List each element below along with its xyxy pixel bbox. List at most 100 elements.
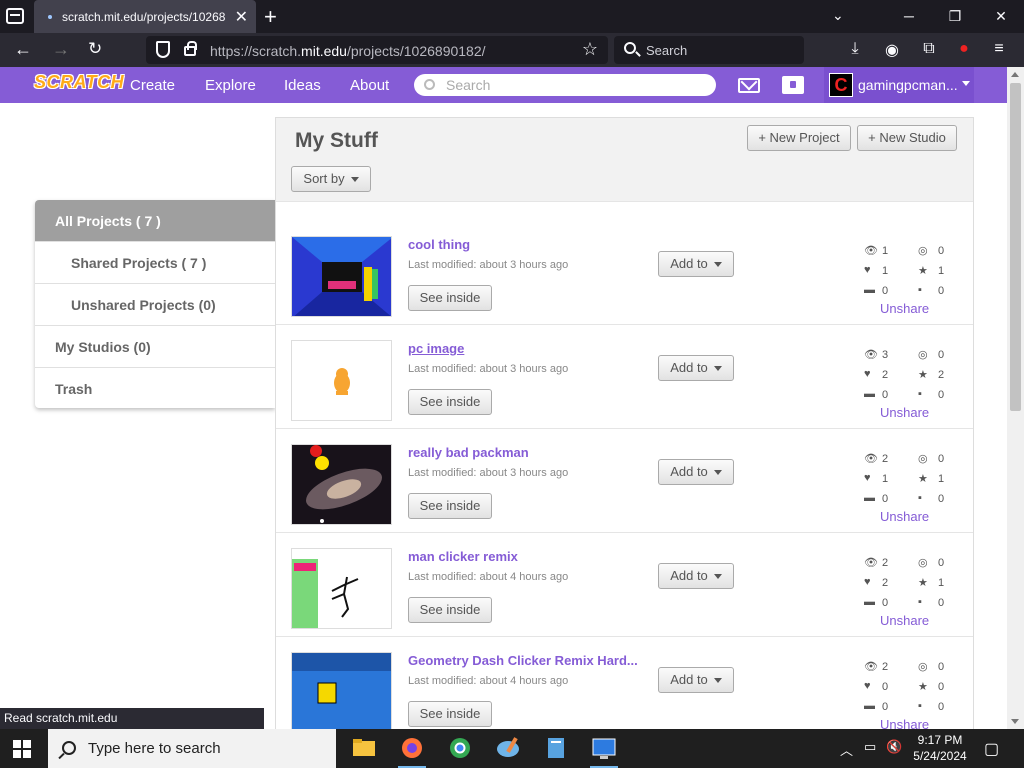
url-bar[interactable]: https://scratch.mit.edu/projects/1026890… xyxy=(146,36,608,64)
project-title-link[interactable]: cool thing xyxy=(408,237,470,252)
taskbar-search-input[interactable]: Type here to search xyxy=(48,729,336,768)
url-text: https://scratch.mit.edu/projects/1026890… xyxy=(210,43,486,59)
tracking-shield-icon[interactable] xyxy=(156,41,170,58)
nav-link-about[interactable]: About xyxy=(350,77,389,94)
file-explorer-icon[interactable] xyxy=(340,729,388,768)
lock-icon[interactable] xyxy=(184,41,197,56)
status-tooltip: Read scratch.mit.edu xyxy=(0,708,264,729)
scroll-up-arrow-icon[interactable] xyxy=(1011,72,1019,77)
unshare-link[interactable]: Unshare xyxy=(880,405,929,420)
messages-icon[interactable] xyxy=(738,78,760,93)
username: gamingpcman... xyxy=(858,77,958,93)
nav-link-explore[interactable]: Explore xyxy=(205,77,256,94)
galaxy-thumbnail-image xyxy=(292,445,391,524)
notifications-icon[interactable]: ▢ xyxy=(984,739,999,759)
nav-link-ideas[interactable]: Ideas xyxy=(284,77,321,94)
views-count: 2 xyxy=(882,661,889,673)
cat-thumbnail-image xyxy=(334,368,350,395)
add-to-dropdown[interactable]: Add to xyxy=(658,667,734,693)
browser-tab-active[interactable]: scratch.mit.edu/projects/10268 ✕ xyxy=(34,0,256,33)
sidebar-item-shared-projects[interactable]: Shared Projects ( 7 ) xyxy=(35,242,275,284)
sort-by-dropdown[interactable]: Sort by xyxy=(291,166,371,192)
remote-desktop-icon[interactable] xyxy=(580,729,628,768)
paint-icon[interactable] xyxy=(484,729,532,768)
sidebar-item-my-studios[interactable]: My Studios (0) xyxy=(35,326,275,368)
sidebar-item-unshared-projects[interactable]: Unshared Projects (0) xyxy=(35,284,275,326)
add-to-label: Add to xyxy=(670,568,708,583)
see-inside-button[interactable]: See inside xyxy=(408,701,492,727)
bookmark-star-icon[interactable]: ☆ xyxy=(582,39,598,60)
project-thumbnail[interactable] xyxy=(291,236,392,317)
nav-link-create[interactable]: Create xyxy=(130,77,175,94)
project-thumbnail[interactable] xyxy=(291,548,392,629)
firefox-icon[interactable] xyxy=(388,729,436,768)
see-inside-button[interactable]: See inside xyxy=(408,389,492,415)
search-icon xyxy=(624,42,636,54)
project-thumbnail[interactable] xyxy=(291,340,392,421)
add-to-label: Add to xyxy=(670,256,708,271)
browser-search-bar[interactable]: Search xyxy=(614,36,804,64)
add-to-dropdown[interactable]: Add to xyxy=(658,355,734,381)
favorites-count: 2 xyxy=(938,369,945,381)
sidebar-item-all-projects[interactable]: All Projects ( 7 ) xyxy=(35,200,275,242)
project-modified: Last modified: about 3 hours ago xyxy=(408,363,569,375)
hamburger-menu-icon[interactable]: ≡ xyxy=(990,40,1008,58)
notepad-icon[interactable] xyxy=(532,729,580,768)
forward-arrow-icon[interactable]: → xyxy=(52,39,70,60)
account-icon[interactable]: ◉ xyxy=(883,40,901,59)
restore-icon[interactable]: ❐ xyxy=(932,0,978,33)
project-row: Geometry Dash Clicker Remix Hard... Last… xyxy=(276,637,973,729)
new-tab-icon[interactable]: + xyxy=(264,4,277,30)
scratch-search-input[interactable]: Search xyxy=(414,74,716,96)
see-inside-button[interactable]: See inside xyxy=(408,597,492,623)
unshare-link[interactable]: Unshare xyxy=(880,613,929,628)
see-inside-button[interactable]: See inside xyxy=(408,285,492,311)
project-title-link[interactable]: Geometry Dash Clicker Remix Hard... xyxy=(408,653,638,668)
windows-start-icon[interactable] xyxy=(13,740,31,758)
back-arrow-icon[interactable]: ← xyxy=(14,39,32,60)
unshare-link[interactable]: Unshare xyxy=(880,301,929,316)
minimize-icon[interactable]: ─ xyxy=(886,0,932,33)
add-to-dropdown[interactable]: Add to xyxy=(658,459,734,485)
chrome-icon[interactable] xyxy=(436,729,484,768)
sidebar-item-trash[interactable]: Trash xyxy=(35,368,275,410)
project-title-link[interactable]: really bad packman xyxy=(408,445,529,460)
extensions-icon[interactable]: ⧉ xyxy=(920,40,938,58)
loves-count: 0 xyxy=(882,681,889,693)
volume-muted-icon[interactable]: 🔇 xyxy=(886,739,902,755)
unshare-link[interactable]: Unshare xyxy=(880,509,929,524)
remixes-count: 0 xyxy=(938,661,945,673)
my-stuff-folder-icon[interactable] xyxy=(782,76,804,94)
tab-overflow-chevron-icon[interactable]: ⌄ xyxy=(832,7,844,24)
loading-spinner-icon[interactable]: ↻ xyxy=(88,39,102,59)
user-menu[interactable]: C gamingpcman... xyxy=(824,67,974,103)
scratch-logo[interactable]: SCRATCH xyxy=(34,72,124,93)
project-thumbnail[interactable] xyxy=(291,652,392,729)
close-window-icon[interactable]: ✕ xyxy=(978,0,1024,33)
project-title-link[interactable]: pc image xyxy=(408,341,464,356)
new-studio-button[interactable]: + New Studio xyxy=(857,125,957,151)
network-icon[interactable]: ▭ xyxy=(864,739,876,755)
taskbar-clock[interactable]: 9:17 PM 5/24/2024 xyxy=(908,732,972,764)
page-scrollbar[interactable] xyxy=(1007,67,1024,729)
add-to-dropdown[interactable]: Add to xyxy=(658,563,734,589)
tab-list-icon[interactable] xyxy=(6,8,24,24)
browser-nav-bar: ← → ↻ https://scratch.mit.edu/projects/1… xyxy=(0,33,1024,67)
project-title-link[interactable]: man clicker remix xyxy=(408,549,518,564)
scroll-down-arrow-icon[interactable] xyxy=(1011,719,1019,724)
avatar: C xyxy=(829,73,853,97)
download-icon[interactable]: ⤓ xyxy=(846,40,864,58)
chevron-down-icon xyxy=(713,366,722,372)
add-to-dropdown[interactable]: Add to xyxy=(658,251,734,277)
tab-close-icon[interactable]: ✕ xyxy=(235,7,248,27)
unshare-link[interactable]: Unshare xyxy=(880,717,929,729)
project-thumbnail[interactable] xyxy=(291,444,392,525)
show-hidden-icons-chevron-icon[interactable]: ︿ xyxy=(840,740,853,759)
scrollbar-thumb[interactable] xyxy=(1010,83,1021,411)
browser-search-placeholder: Search xyxy=(646,43,688,58)
loves-heart-icon: ♥ xyxy=(864,264,871,276)
ublock-icon[interactable]: ● xyxy=(955,40,973,58)
chevron-down-icon xyxy=(713,574,722,580)
new-project-button[interactable]: + New Project xyxy=(747,125,851,151)
see-inside-button[interactable]: See inside xyxy=(408,493,492,519)
